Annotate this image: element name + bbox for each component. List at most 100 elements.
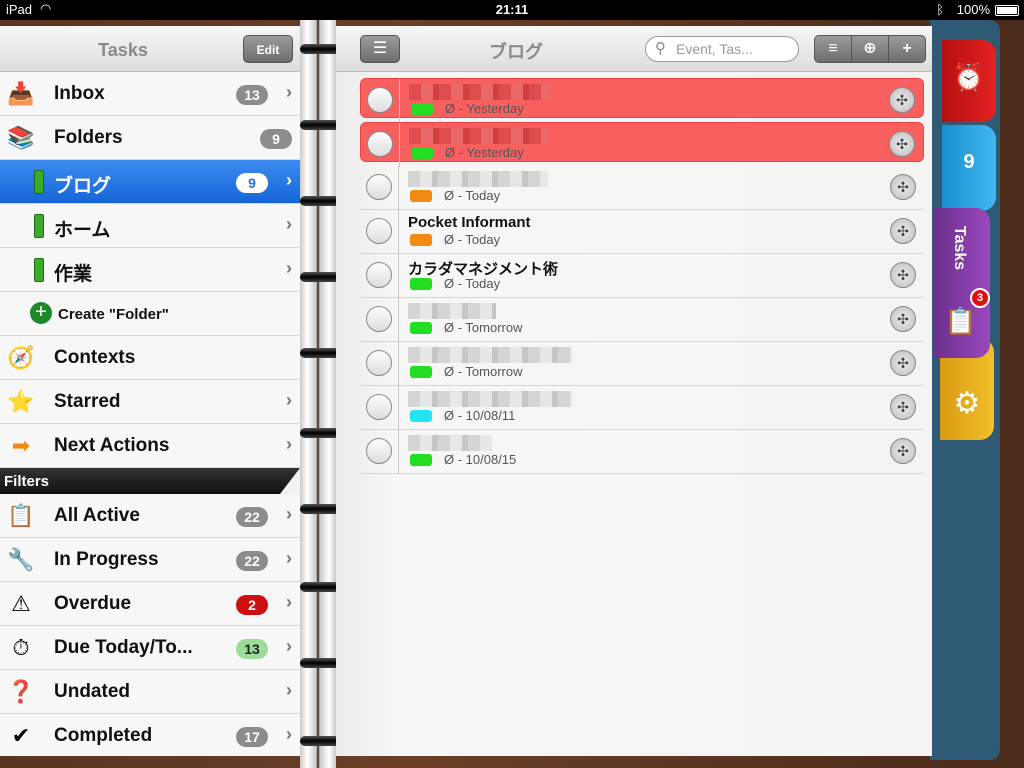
chevron-right-icon: › (286, 170, 292, 190)
task-row[interactable]: Ø - Tomorrow ✣ (360, 298, 924, 342)
chevron-right-icon: › (286, 680, 292, 700)
filter-label: Overdue (54, 593, 132, 614)
calendar-icon: 9 (963, 151, 975, 173)
count-badge: 13 (236, 85, 268, 105)
priority-tag (410, 190, 432, 202)
search-input[interactable]: ⚲ Event, Tas... (645, 36, 799, 62)
task-checkbox[interactable] (366, 350, 392, 376)
chevron-right-icon: › (286, 504, 292, 524)
chevron-right-icon: › (286, 592, 292, 612)
chevron-right-icon: › (286, 548, 292, 568)
page-title: ブログ (489, 42, 543, 62)
sidebar-title: Tasks (98, 40, 148, 60)
checklist-icon: 📋 (7, 503, 35, 528)
filter-completed[interactable]: ✔ Completed 17 › (0, 714, 300, 756)
sidebar-item-next-actions[interactable]: ➡ Next Actions › (0, 424, 300, 468)
task-due-date: Ø - Today (444, 188, 501, 203)
battery-icon (995, 5, 1019, 16)
zoom-button[interactable]: ⊕ (852, 36, 889, 62)
wrench-icon: 🔧 (7, 547, 35, 572)
chevron-right-icon: › (286, 82, 292, 102)
task-list-header: ☰ ブログ ⚲ Event, Tas... ≡ ⊕ + (336, 26, 932, 72)
sidebar-item-starred[interactable]: ⭐ Starred › (0, 380, 300, 424)
divider (399, 79, 400, 123)
create-folder-label: Create "Folder" (58, 306, 169, 323)
create-folder-button[interactable]: + Create "Folder" (0, 292, 300, 336)
task-action-icon[interactable]: ✣ (890, 218, 916, 244)
folder-icon (28, 167, 50, 197)
sidebar-item-folders[interactable]: 📚 Folders 9 (0, 116, 300, 160)
divider (398, 386, 399, 430)
task-action-icon[interactable]: ✣ (890, 262, 916, 288)
sidebar-item-label: Starred (54, 391, 121, 412)
task-checkbox[interactable] (366, 218, 392, 244)
task-action-icon[interactable]: ✣ (890, 394, 916, 420)
chevron-right-icon: › (286, 390, 292, 410)
sidebar-item-inbox[interactable]: 📥 Inbox 13 › (0, 72, 300, 116)
redacted-task-title (408, 171, 548, 187)
task-row[interactable]: Ø - 10/08/15 ✣ (360, 430, 924, 474)
clock-icon: ⏰ (952, 62, 986, 92)
sidebar-item-contexts[interactable]: 🧭 Contexts (0, 336, 300, 380)
gear-icon: ⚙ (953, 387, 981, 420)
task-action-icon[interactable]: ✣ (889, 131, 915, 157)
tab-agenda[interactable]: ⏰ (942, 40, 996, 122)
add-task-button[interactable]: + (889, 36, 925, 62)
task-due-date: Ø - Today (444, 232, 501, 247)
contexts-icon: 🧭 (7, 345, 35, 370)
battery-percent: 100% (956, 2, 990, 17)
task-row[interactable]: Ø - Yesterday ✣ (360, 122, 924, 167)
task-checkbox[interactable] (366, 306, 392, 332)
folder-icon (28, 255, 50, 285)
task-checkbox[interactable] (366, 262, 392, 288)
list-view-button[interactable]: ≡ (815, 36, 852, 62)
divider (398, 210, 399, 254)
task-due-date: Ø - Yesterday (445, 145, 524, 160)
task-action-icon[interactable]: ✣ (890, 174, 916, 200)
task-action-icon[interactable]: ✣ (890, 306, 916, 332)
sort-menu-button[interactable]: ☰ (360, 35, 400, 63)
count-badge: 9 (236, 173, 268, 193)
task-checkbox[interactable] (367, 131, 393, 157)
filter-overdue[interactable]: ⚠ Overdue 2 › (0, 582, 300, 626)
warning-icon: ⚠ (11, 591, 31, 616)
tab-tasks[interactable]: Tasks 📋 3 (934, 208, 990, 358)
task-row[interactable]: Ø - 10/08/11 ✣ (360, 386, 924, 430)
sidebar-item-label: Next Actions (54, 435, 170, 456)
filter-in-progress[interactable]: 🔧 In Progress 22 › (0, 538, 300, 582)
redacted-task-title (408, 303, 496, 319)
filter-label: Due Today/To... (54, 637, 193, 658)
filter-all-active[interactable]: 📋 All Active 22 › (0, 494, 300, 538)
question-icon: ❓ (7, 679, 35, 704)
task-row[interactable]: Ø - Today ✣ (360, 166, 924, 210)
task-row[interactable]: Ø - Tomorrow ✣ (360, 342, 924, 386)
priority-tag (410, 322, 432, 334)
task-checkbox[interactable] (366, 174, 392, 200)
task-row[interactable]: Ø - Yesterday ✣ (360, 78, 924, 123)
redacted-task-title (408, 435, 492, 451)
chevron-right-icon: › (286, 636, 292, 656)
task-action-icon[interactable]: ✣ (889, 87, 915, 113)
chevron-right-icon: › (286, 258, 292, 278)
sidebar-item-label: Contexts (54, 347, 136, 368)
sidebar-item-label: Inbox (54, 83, 105, 104)
filter-due-today[interactable]: ⏱ Due Today/To... 13 › (0, 626, 300, 670)
task-action-icon[interactable]: ✣ (890, 350, 916, 376)
chevron-right-icon: › (286, 724, 292, 744)
redacted-task-title (409, 84, 549, 100)
sidebar-item-label: ブログ (54, 176, 112, 197)
sidebar-item-work[interactable]: 作業 › (0, 248, 300, 292)
sidebar-item-home[interactable]: ホーム › (0, 204, 300, 248)
sidebar-item-blog[interactable]: ブログ 9 › (0, 160, 300, 204)
task-checkbox[interactable] (367, 87, 393, 113)
filter-undated[interactable]: ❓ Undated › (0, 670, 300, 714)
task-action-icon[interactable]: ✣ (890, 438, 916, 464)
tab-calendar[interactable]: 9 (942, 125, 996, 211)
task-row[interactable]: Pocket Informant Ø - Today ✣ (360, 210, 924, 254)
clipboard-check-icon: 📋 (944, 306, 978, 336)
count-badge: 2 (236, 595, 268, 615)
task-checkbox[interactable] (366, 394, 392, 420)
edit-button[interactable]: Edit (243, 35, 293, 63)
task-row[interactable]: カラダマネジメント術 Ø - Today ✣ (360, 254, 924, 298)
task-checkbox[interactable] (366, 438, 392, 464)
